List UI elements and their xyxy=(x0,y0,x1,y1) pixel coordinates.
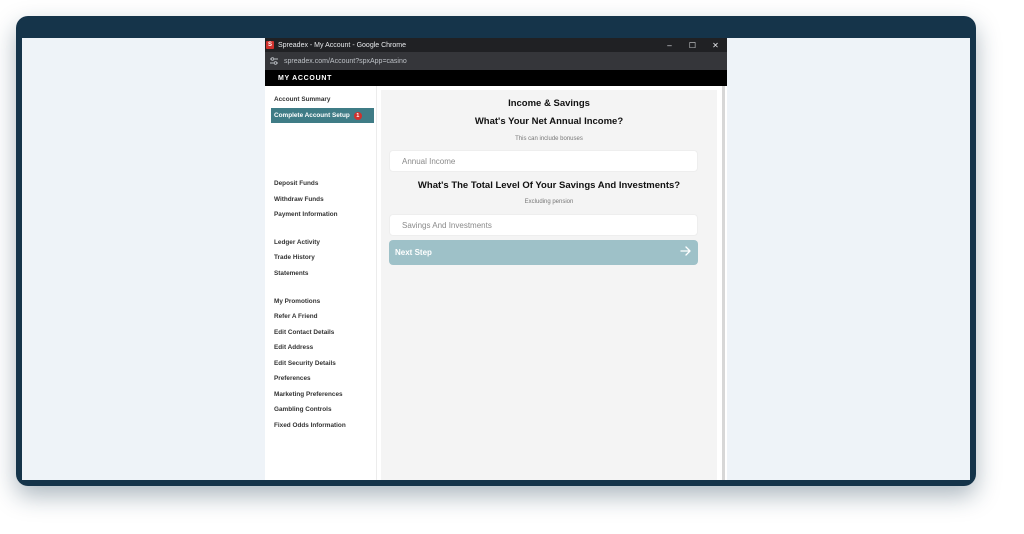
savings-field[interactable] xyxy=(389,214,698,236)
screen: S Spreadex - My Account - Google Chrome … xyxy=(22,38,970,480)
close-button[interactable]: ✕ xyxy=(704,38,727,52)
sidebar-item-edit-address[interactable]: Edit Address xyxy=(274,341,313,353)
tune-icon[interactable] xyxy=(269,57,278,66)
minimize-button[interactable]: – xyxy=(658,38,681,52)
sidebar-item-account-summary[interactable]: Account Summary xyxy=(274,93,330,105)
page-title: MY ACCOUNT xyxy=(278,74,333,82)
page-header: MY ACCOUNT xyxy=(265,70,727,86)
sidebar-item-edit-security-details[interactable]: Edit Security Details xyxy=(274,357,336,369)
savings-question: What's The Total Level Of Your Savings A… xyxy=(417,180,681,191)
savings-input[interactable] xyxy=(400,219,697,231)
address-bar[interactable]: spreadex.com/Account?spxApp=casino xyxy=(265,52,727,70)
sidebar-item-my-promotions[interactable]: My Promotions xyxy=(274,295,320,307)
sidebar-item-trade-history[interactable]: Trade History xyxy=(274,251,315,263)
sidebar: Account Summary Complete Account Setup 1… xyxy=(265,86,377,480)
sidebar-item-marketing-preferences[interactable]: Marketing Preferences xyxy=(274,388,343,400)
sidebar-item-deposit-funds[interactable]: Deposit Funds xyxy=(274,177,318,189)
sidebar-item-withdraw-funds[interactable]: Withdraw Funds xyxy=(274,193,324,205)
device-frame: S Spreadex - My Account - Google Chrome … xyxy=(16,16,976,486)
next-step-button[interactable]: Next Step xyxy=(389,240,698,265)
sidebar-item-refer-a-friend[interactable]: Refer A Friend xyxy=(274,310,318,322)
sidebar-item-label: Complete Account Setup xyxy=(274,112,350,119)
annual-income-field[interactable] xyxy=(389,150,698,172)
main-content: Income & Savings What's Your Net Annual … xyxy=(381,90,717,480)
title-bar: S Spreadex - My Account - Google Chrome … xyxy=(265,38,727,52)
income-question: What's Your Net Annual Income? xyxy=(474,116,624,127)
sidebar-item-gambling-controls[interactable]: Gambling Controls xyxy=(274,403,332,415)
savings-hint: Excluding pension xyxy=(524,199,574,205)
section-title: Income & Savings xyxy=(508,98,590,109)
spreadex-logo-icon: S xyxy=(266,41,274,49)
annual-income-input[interactable] xyxy=(400,155,697,167)
window-title: Spreadex - My Account - Google Chrome xyxy=(278,41,407,49)
sidebar-item-statements[interactable]: Statements xyxy=(274,267,308,279)
scrollbar[interactable] xyxy=(722,86,725,480)
income-hint: This can include bonuses xyxy=(515,136,583,142)
sidebar-item-fixed-odds-information[interactable]: Fixed Odds Information xyxy=(274,419,346,431)
next-step-label: Next Step xyxy=(395,248,432,257)
sidebar-item-edit-contact-details[interactable]: Edit Contact Details xyxy=(274,326,334,338)
url-text[interactable]: spreadex.com/Account?spxApp=casino xyxy=(284,58,407,65)
sidebar-item-complete-account-setup[interactable]: Complete Account Setup 1 xyxy=(271,108,374,123)
arrow-right-icon xyxy=(680,244,692,262)
window-controls: – ☐ ✕ xyxy=(658,38,727,52)
sidebar-item-preferences[interactable]: Preferences xyxy=(274,372,311,384)
browser-window: S Spreadex - My Account - Google Chrome … xyxy=(265,38,727,480)
sidebar-item-ledger-activity[interactable]: Ledger Activity xyxy=(274,236,320,248)
sidebar-item-payment-information[interactable]: Payment Information xyxy=(274,208,338,220)
notification-badge: 1 xyxy=(353,111,362,120)
maximize-button[interactable]: ☐ xyxy=(681,38,704,52)
